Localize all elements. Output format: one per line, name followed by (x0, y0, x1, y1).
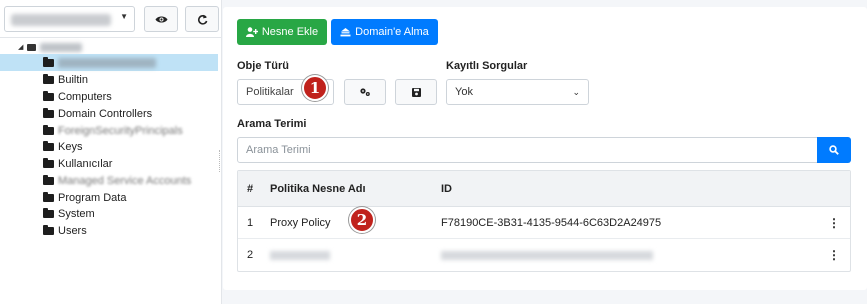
row-num: 2 (247, 249, 254, 261)
row-id-redacted (441, 250, 653, 260)
table-row[interactable]: 1 Proxy Policy F78190CE-3B31-4135-9544-6… (238, 207, 850, 239)
domain-value-redacted (11, 14, 111, 26)
tree-item-program-data[interactable]: Program Data (0, 189, 218, 206)
chevron-down-icon: ⌄ (572, 87, 580, 97)
server-icon (27, 43, 37, 51)
folder-icon (43, 157, 54, 168)
annotation-badge-1: 1 (302, 75, 328, 101)
row-name: Proxy Policy (270, 216, 331, 229)
tree-item-users[interactable]: Users (0, 222, 218, 239)
tree-root-label-redacted (40, 42, 83, 52)
left-panel: ▼ ◢ Builtin Computers Domain Controllers… (0, 0, 222, 304)
search-button[interactable] (817, 137, 851, 163)
tree-item-label-redacted (58, 57, 156, 68)
saved-queries-select[interactable]: Yok ⌄ (446, 79, 589, 105)
folder-icon (43, 207, 54, 218)
row-menu-icon[interactable]: ⋮ (828, 248, 840, 262)
folder-icon (43, 140, 54, 151)
add-object-label: Nesne Ekle (261, 26, 319, 38)
object-type-label: Obje Türü (237, 60, 289, 72)
sidebar-divider (0, 37, 222, 38)
row-menu-icon[interactable]: ⋮ (828, 216, 840, 230)
header-id: ID (441, 182, 452, 195)
folder-icon (43, 56, 54, 67)
folder-icon (43, 224, 54, 235)
tree-item-computers[interactable]: Computers (0, 88, 218, 105)
saved-queries-value: Yok (455, 86, 473, 98)
row-id: F78190CE-3B31-4135-9544-6C63D2A24975 (441, 216, 662, 229)
folder-icon (43, 174, 54, 185)
cogs-icon (360, 88, 370, 96)
domain-join-button[interactable]: Domain'e Alma (331, 19, 438, 45)
tree-item-label: Keys (58, 140, 83, 153)
object-settings-button[interactable] (344, 79, 386, 105)
save-icon (411, 87, 421, 97)
tree-root[interactable]: ◢ (18, 40, 83, 54)
view-button[interactable] (144, 6, 178, 32)
tree-item-label: Users (58, 224, 87, 237)
folder-icon (43, 107, 54, 118)
tree-item-label: Managed Service Accounts (58, 174, 192, 187)
main-card: Nesne Ekle Domain'e Alma Obje Türü Polit… (223, 7, 867, 290)
tree-item-domain-controllers[interactable]: Domain Controllers (0, 105, 218, 122)
tree-item-managed-service-accounts[interactable]: Managed Service Accounts (0, 172, 218, 189)
header-num: # (247, 182, 254, 195)
tree-item-kullanicilar[interactable]: Kullanıcılar (0, 155, 218, 172)
row-name-redacted (270, 250, 330, 260)
annotation-badge-2: 2 (349, 207, 375, 233)
tree-item-keys[interactable]: Keys (0, 138, 218, 155)
tree-item-builtin[interactable]: Builtin (0, 71, 218, 88)
folder-icon (43, 90, 54, 101)
add-object-button[interactable]: Nesne Ekle (237, 19, 327, 45)
table-row[interactable]: 2 ⋮ (238, 239, 850, 271)
domain-join-label: Domain'e Alma (355, 26, 429, 38)
save-query-button[interactable] (395, 79, 437, 105)
header-name: Politika Nesne Adı (270, 182, 366, 195)
folder-icon (43, 124, 54, 135)
tree-item-system[interactable]: System (0, 205, 218, 222)
table-header: # Politika Nesne Adı ID (238, 171, 850, 207)
search-icon (829, 145, 839, 155)
saved-queries-label: Kayıtlı Sorgular (446, 60, 528, 72)
row-num: 1 (247, 216, 254, 229)
tree-item-label: System (58, 207, 95, 220)
eye-icon (155, 16, 167, 22)
tree-item-label: Kullanıcılar (58, 157, 113, 170)
user-plus-icon (245, 27, 258, 37)
folder-icon (43, 191, 54, 202)
tree-item-label: Domain Controllers (58, 107, 153, 120)
policy-table: # Politika Nesne Adı ID 1 Proxy Policy F… (237, 170, 851, 272)
domain-icon (340, 28, 351, 37)
domain-select[interactable]: ▼ (4, 6, 135, 32)
tree-item-selected[interactable] (0, 54, 218, 71)
search-input[interactable]: Arama Terimi (237, 137, 818, 163)
folder-icon (43, 73, 54, 84)
search-term-label: Arama Terimi (237, 118, 307, 130)
collapse-triangle-icon[interactable]: ◢ (18, 43, 23, 51)
chevron-down-icon: ▼ (120, 12, 128, 21)
tree-item-label: ForeignSecurityPrincipals (58, 124, 183, 137)
tree-item-foreign-security-principals[interactable]: ForeignSecurityPrincipals (0, 122, 218, 139)
tree-item-label: Program Data (58, 191, 127, 204)
refresh-button[interactable] (185, 6, 219, 32)
refresh-icon (197, 14, 207, 25)
resize-handle[interactable] (219, 150, 221, 172)
tree-item-label: Builtin (58, 73, 88, 86)
tree-item-label: Computers (58, 90, 112, 103)
